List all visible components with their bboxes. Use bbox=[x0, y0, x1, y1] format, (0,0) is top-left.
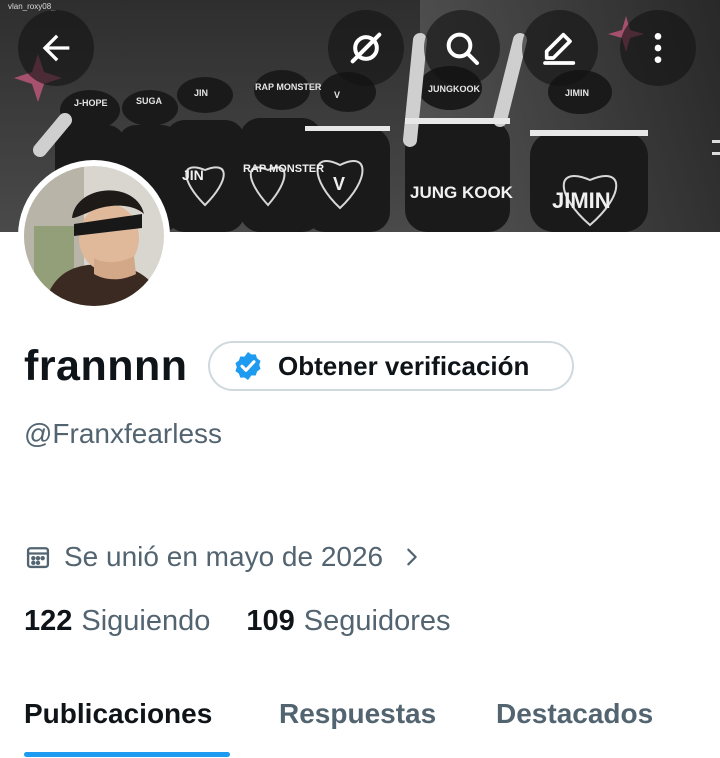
search-button[interactable] bbox=[424, 10, 500, 86]
tab-respuestas[interactable]: Respuestas bbox=[279, 698, 436, 730]
edit-button[interactable] bbox=[522, 10, 598, 86]
username-handle: @Franxfearless bbox=[24, 418, 223, 449]
avatar-photo bbox=[24, 166, 164, 306]
following-label: Siguiendo bbox=[81, 605, 211, 637]
grok-button[interactable] bbox=[328, 10, 404, 86]
calendar-icon bbox=[26, 547, 50, 569]
banner-text: RAP MONSTER bbox=[255, 82, 322, 92]
following-count: 122 bbox=[24, 605, 73, 637]
back-button[interactable] bbox=[18, 10, 94, 86]
follow-stats: 122 Siguiendo 109 Seguidores bbox=[24, 605, 451, 638]
avatar[interactable] bbox=[18, 160, 170, 312]
banner-text: JIN bbox=[194, 88, 208, 98]
following-link[interactable]: 122 Siguiendo bbox=[24, 605, 210, 638]
get-verified-button[interactable]: Obtener verificación bbox=[208, 341, 574, 391]
followers-label: Seguidores bbox=[303, 605, 451, 637]
banner-text: JIN bbox=[182, 167, 204, 183]
edit-icon bbox=[543, 32, 576, 65]
followers-count: 109 bbox=[246, 605, 295, 637]
banner-text: RAP MONSTER bbox=[243, 163, 324, 175]
tab-destacados[interactable]: Destacados bbox=[496, 698, 653, 730]
verified-badge-icon bbox=[235, 352, 261, 380]
more-options-button[interactable] bbox=[620, 10, 696, 86]
search-icon bbox=[446, 32, 479, 65]
banner-text: JUNG KOOK bbox=[410, 183, 514, 202]
grok-icon bbox=[350, 32, 382, 64]
banner-text: JIMIN bbox=[552, 188, 611, 213]
more-vertical-icon bbox=[654, 33, 662, 63]
banner-text: J-HOPE bbox=[74, 98, 108, 108]
banner-text: V bbox=[334, 90, 340, 100]
tab-publicaciones[interactable]: Publicaciones bbox=[24, 698, 212, 730]
display-name: frannnn bbox=[24, 342, 188, 390]
banner-text: JUNGKOOK bbox=[428, 84, 481, 94]
joined-date: Se unió en mayo de 2026 bbox=[64, 541, 384, 572]
get-verified-label: Obtener verificación bbox=[278, 350, 530, 381]
banner-text: V bbox=[333, 174, 345, 194]
chevron-right-icon bbox=[407, 548, 417, 566]
joined-date-row[interactable]: Se unió en mayo de 2026 bbox=[24, 541, 423, 573]
followers-link[interactable]: 109 Seguidores bbox=[246, 605, 450, 638]
back-arrow-icon bbox=[42, 34, 70, 62]
banner-text: SUGA bbox=[136, 96, 163, 106]
banner-text: JIMIN bbox=[565, 88, 589, 98]
active-tab-indicator bbox=[24, 752, 230, 757]
